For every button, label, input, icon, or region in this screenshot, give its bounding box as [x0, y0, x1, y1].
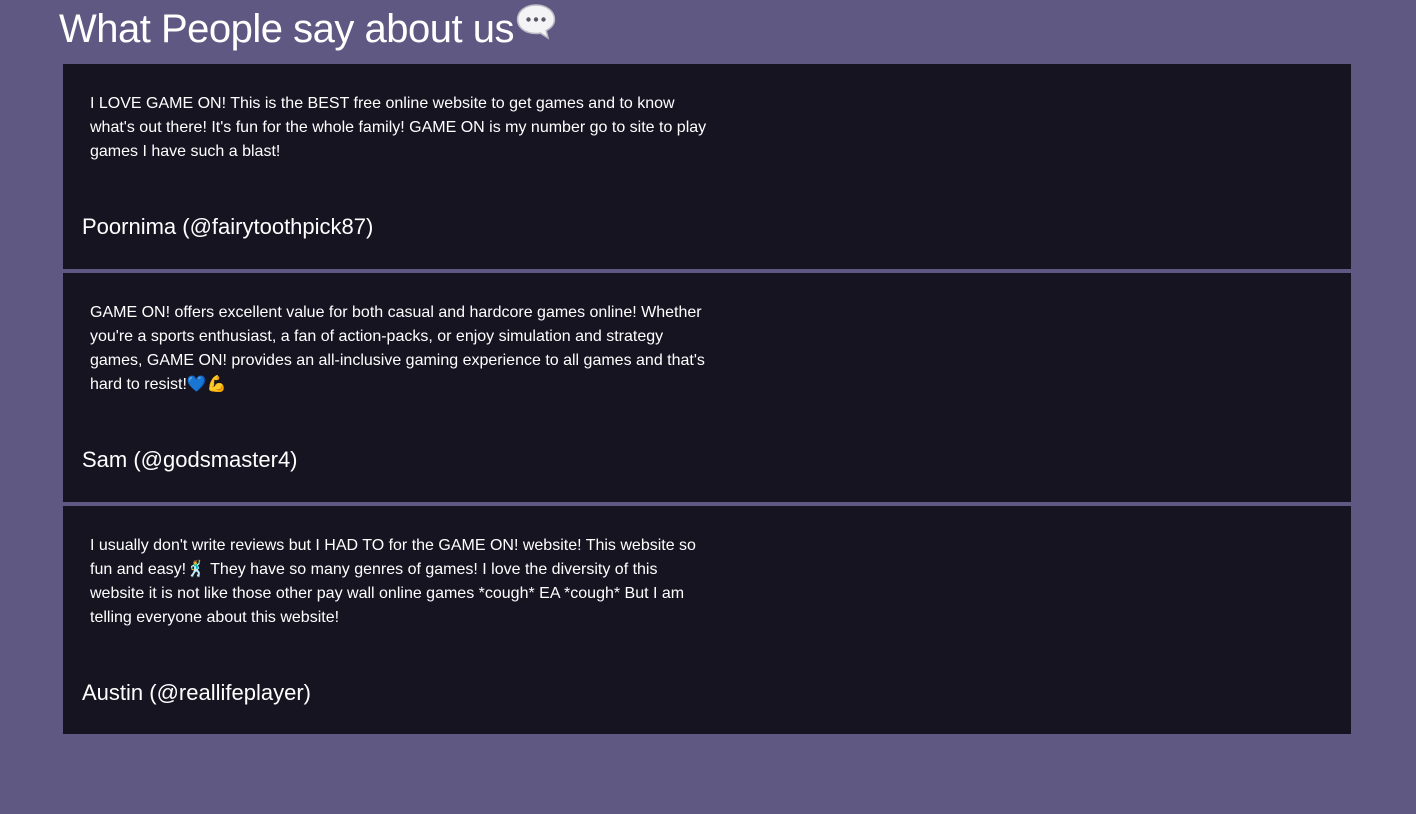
review-text: I usually don't write reviews but I HAD …: [90, 537, 696, 626]
review-card: I LOVE GAME ON! This is the BEST free on…: [63, 64, 1351, 269]
page-title-text: What People say about us: [59, 7, 514, 51]
review-card: I usually don't write reviews but I HAD …: [63, 506, 1351, 734]
review-card: GAME ON! offers excellent value for both…: [63, 273, 1351, 502]
reviewer-name: Sam (@godsmaster4): [82, 447, 298, 472]
page-title: What People say about us: [59, 4, 556, 54]
reviewer-name: Austin (@reallifeplayer): [82, 680, 311, 705]
review-text: GAME ON! offers excellent value for both…: [90, 304, 705, 393]
review-text: I LOVE GAME ON! This is the BEST free on…: [90, 95, 707, 160]
reviewer-name: Poornima (@fairytoothpick87): [82, 214, 374, 239]
speech-balloon-icon: [516, 2, 556, 52]
reviews-list: I LOVE GAME ON! This is the BEST free on…: [63, 64, 1351, 738]
